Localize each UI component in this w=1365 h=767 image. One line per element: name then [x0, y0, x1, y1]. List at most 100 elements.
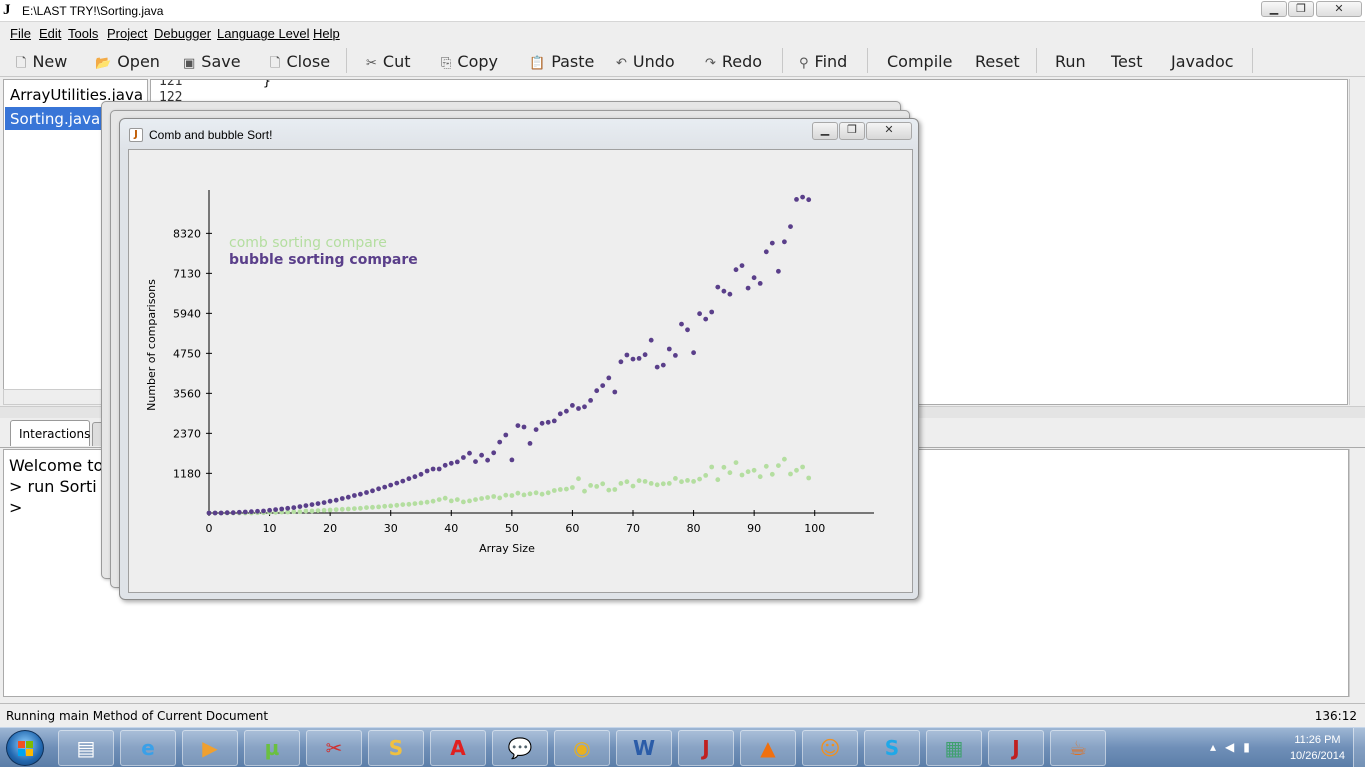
comb-data-point	[309, 508, 315, 514]
editor-scrollbar[interactable]	[1349, 79, 1364, 405]
bubble-data-point	[497, 439, 503, 445]
comb-data-point	[479, 496, 484, 501]
minimize-button[interactable]: ▁	[1261, 1, 1287, 17]
reset-button[interactable]: Reset	[975, 52, 1020, 71]
x-tick-label: 100	[804, 522, 825, 535]
toolbar-separator	[346, 48, 347, 73]
plot-close-button[interactable]: ✕	[866, 122, 912, 140]
clock[interactable]: 11:26 PM 10/26/2014	[1290, 732, 1345, 764]
comb-data-point	[624, 479, 630, 485]
test-button[interactable]: Test	[1111, 52, 1143, 71]
comb-data-point	[727, 470, 733, 476]
bubble-data-point	[327, 498, 333, 504]
y-tick-label: 3560	[173, 387, 201, 400]
menu-language-level[interactable]: Language Level	[217, 26, 310, 41]
comb-data-point	[436, 497, 442, 502]
start-button[interactable]	[6, 730, 44, 766]
bubble-data-point	[491, 450, 497, 456]
word-taskbar-icon[interactable]: W	[616, 730, 672, 766]
menu-project[interactable]: Project	[107, 26, 147, 41]
bubble-data-point	[388, 482, 394, 488]
run-button[interactable]: Run	[1055, 52, 1086, 71]
clipboard-icon: 📋	[529, 56, 546, 71]
bubble-data-point	[249, 509, 254, 515]
system-tray[interactable]: ▴◀▮	[1210, 740, 1259, 754]
comb-data-point	[576, 476, 581, 482]
open-button[interactable]: 📂 Open	[95, 52, 160, 71]
bubble-data-point	[545, 419, 551, 425]
paste-button[interactable]: 📋 Paste	[529, 52, 594, 71]
snipping-tool-taskbar-icon[interactable]: ✂	[306, 730, 362, 766]
tab-interactions[interactable]: Interactions	[10, 420, 90, 446]
plot-window[interactable]: J Comb and bubble Sort! ▁ ❐ ✕ 0 10 20 30 40 5…	[119, 118, 919, 600]
interactions-scrollbar[interactable]	[1349, 449, 1364, 697]
bubble-data-point	[279, 506, 285, 512]
copy-button[interactable]: ⎘ Copy	[441, 52, 498, 71]
show-desktop-button[interactable]	[1353, 728, 1365, 767]
bubble-data-point	[715, 284, 721, 290]
comb-data-point	[485, 495, 490, 500]
skype-taskbar-icon[interactable]: S	[864, 730, 920, 766]
plot-minimize-button[interactable]: ▁	[812, 122, 838, 140]
acrobat-taskbar-icon[interactable]: A	[430, 730, 486, 766]
open-folder-icon: 📂	[95, 56, 112, 71]
bubble-data-point	[376, 486, 381, 492]
bubble-data-point	[412, 474, 418, 480]
cut-button[interactable]: ✂ Cut	[366, 52, 411, 71]
explorer-taskbar-icon[interactable]: ▤	[58, 730, 114, 766]
x-tick-label: 40	[444, 522, 458, 535]
new-button[interactable]: 🗋 New	[16, 52, 67, 76]
javadoc-button[interactable]: Javadoc	[1171, 52, 1234, 71]
scatter-chart: 0 10 20 30 40 50 60 70 80 90 100 1180 2370 3560 4750 59…	[145, 190, 874, 555]
comb-data-point	[491, 494, 497, 499]
close-window-button[interactable]: ✕	[1316, 1, 1362, 17]
menu-file[interactable]: File	[10, 26, 31, 41]
save-button[interactable]: ▣ Save	[183, 52, 241, 71]
utorrent-taskbar-icon[interactable]: µ	[244, 730, 300, 766]
internet-explorer-taskbar-icon[interactable]: e	[120, 730, 176, 766]
find-button[interactable]: ⚲ Find	[799, 52, 847, 71]
x-tick-label: 90	[747, 522, 761, 535]
comb-data-point	[697, 476, 702, 482]
comb-data-point	[509, 493, 515, 498]
console-line: >	[9, 498, 23, 517]
menu-tools[interactable]: Tools	[68, 26, 98, 41]
photo-viewer-taskbar-icon[interactable]: ▦	[926, 730, 982, 766]
find-label: Find	[814, 52, 848, 71]
line-number: 121	[159, 79, 183, 89]
drjava-taskbar-icon[interactable]: J	[678, 730, 734, 766]
comb-data-point	[757, 474, 763, 480]
bubble-data-point	[527, 441, 533, 446]
drjava-window-taskbar-icon[interactable]: J	[988, 730, 1044, 766]
undo-button[interactable]: ↶ Undo	[616, 52, 675, 71]
bubble-data-point	[267, 507, 272, 513]
menu-debugger[interactable]: Debugger	[154, 26, 211, 41]
bubble-data-point	[582, 404, 587, 410]
comb-data-point	[339, 506, 345, 512]
menu-edit[interactable]: Edit	[39, 26, 61, 41]
chat-taskbar-icon[interactable]: 💬	[492, 730, 548, 766]
comb-data-point	[327, 507, 333, 513]
sublime-text-taskbar-icon[interactable]: S	[368, 730, 424, 766]
plot-maximize-button[interactable]: ❐	[839, 122, 865, 140]
close-button[interactable]: 🗋 Close	[270, 52, 330, 76]
menu-help[interactable]: Help	[313, 26, 340, 41]
maximize-button[interactable]: ❐	[1288, 1, 1314, 17]
compile-button[interactable]: Compile	[887, 52, 952, 71]
comb-data-point	[376, 504, 381, 510]
comb-data-point	[776, 463, 781, 468]
status-bar: Running main Method of Current Document …	[0, 703, 1365, 727]
bubble-data-point	[788, 224, 793, 229]
scratch-taskbar-icon[interactable]: ☺	[802, 730, 858, 766]
undo-label: Undo	[632, 52, 675, 71]
media-player-taskbar-icon[interactable]: ▶	[182, 730, 238, 766]
chrome-taskbar-icon[interactable]: ◉	[554, 730, 610, 766]
comb-data-point	[539, 491, 545, 497]
redo-button[interactable]: ↷ Redo	[705, 52, 762, 71]
java-taskbar-icon[interactable]: ☕	[1050, 730, 1106, 766]
x-tick-label: 80	[687, 522, 701, 535]
bubble-data-point	[557, 411, 563, 417]
comb-data-point	[709, 464, 715, 470]
bubble-data-point	[230, 510, 236, 516]
vlc-taskbar-icon[interactable]: ▲	[740, 730, 796, 766]
